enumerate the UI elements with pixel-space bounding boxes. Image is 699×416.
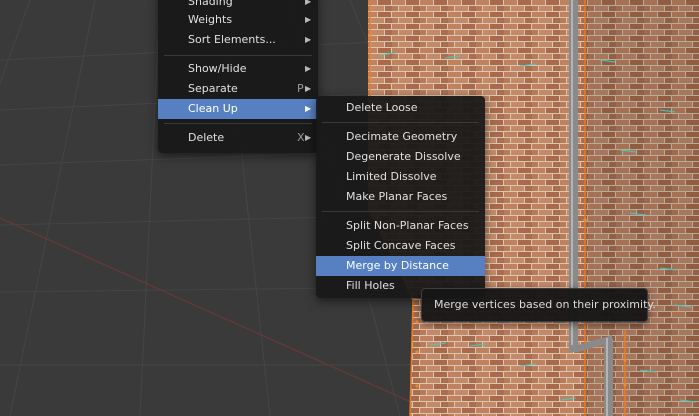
menu-item-label: Delete Loose: [346, 101, 418, 114]
menu-item-delete-loose[interactable]: Delete Loose: [316, 98, 485, 118]
submenu-arrow-icon: ▶: [305, 84, 312, 93]
menu-item-label: Fill Holes: [346, 279, 395, 292]
menu-item-label: Make Planar Faces: [346, 190, 448, 203]
clean-up-submenu: Delete Loose Decimate Geometry Degenerat…: [316, 96, 485, 298]
tooltip-text: Merge vertices based on their proximity.: [434, 298, 656, 311]
menu-item-label: Clean Up: [188, 102, 238, 115]
shortcut-label: X: [297, 131, 305, 144]
menu-item-weights[interactable]: Weights ▶: [158, 10, 318, 30]
menu-item-label: Split Non-Planar Faces: [346, 219, 469, 232]
menu-separator: [164, 123, 312, 124]
menu-separator: [322, 122, 479, 123]
menu-item-limited-dissolve[interactable]: Limited Dissolve: [316, 167, 485, 187]
menu-item-split-concave-faces[interactable]: Split Concave Faces: [316, 236, 485, 256]
menu-item-separate[interactable]: Separate P ▶: [158, 79, 318, 99]
menu-item-split-non-planar-faces[interactable]: Split Non-Planar Faces: [316, 216, 485, 236]
menu-item-clean-up[interactable]: Clean Up ▶: [158, 99, 318, 119]
menu-item-label: Weights: [188, 13, 233, 26]
submenu-arrow-icon: ▶: [305, 15, 312, 24]
menu-item-label: Decimate Geometry: [346, 130, 458, 143]
menu-item-degenerate-dissolve[interactable]: Degenerate Dissolve: [316, 147, 485, 167]
menu-item-label: Delete: [188, 131, 225, 144]
menu-item-make-planar-faces[interactable]: Make Planar Faces: [316, 187, 485, 207]
menu-item-label: Merge by Distance: [346, 259, 449, 272]
menu-item-label: Degenerate Dissolve: [346, 150, 461, 163]
menu-item-label: Limited Dissolve: [346, 170, 437, 183]
menu-item-label: Show/Hide: [188, 62, 247, 75]
submenu-arrow-icon: ▶: [305, 35, 312, 44]
tooltip: Merge vertices based on their proximity.: [421, 288, 656, 322]
menu-item-merge-by-distance[interactable]: Merge by Distance: [316, 256, 485, 276]
menu-item-decimate-geometry[interactable]: Decimate Geometry: [316, 127, 485, 147]
edit-mesh-context-menu: Shading ▶ Weights ▶ Sort Elements... ▶ S…: [158, 0, 318, 153]
menu-item-sort-elements[interactable]: Sort Elements... ▶: [158, 30, 318, 50]
shortcut-label: P: [297, 82, 304, 95]
menu-item-show-hide[interactable]: Show/Hide ▶: [158, 59, 318, 79]
menu-item-label: Split Concave Faces: [346, 239, 456, 252]
submenu-arrow-icon: ▶: [305, 104, 312, 113]
submenu-arrow-icon: ▶: [305, 133, 312, 142]
menu-item-label: Sort Elements...: [188, 33, 276, 46]
menu-separator: [322, 211, 479, 212]
submenu-arrow-icon: ▶: [305, 64, 312, 73]
menu-item-delete[interactable]: Delete X ▶: [158, 128, 318, 148]
menu-item-label: Separate: [188, 82, 238, 95]
menu-separator: [164, 55, 312, 56]
